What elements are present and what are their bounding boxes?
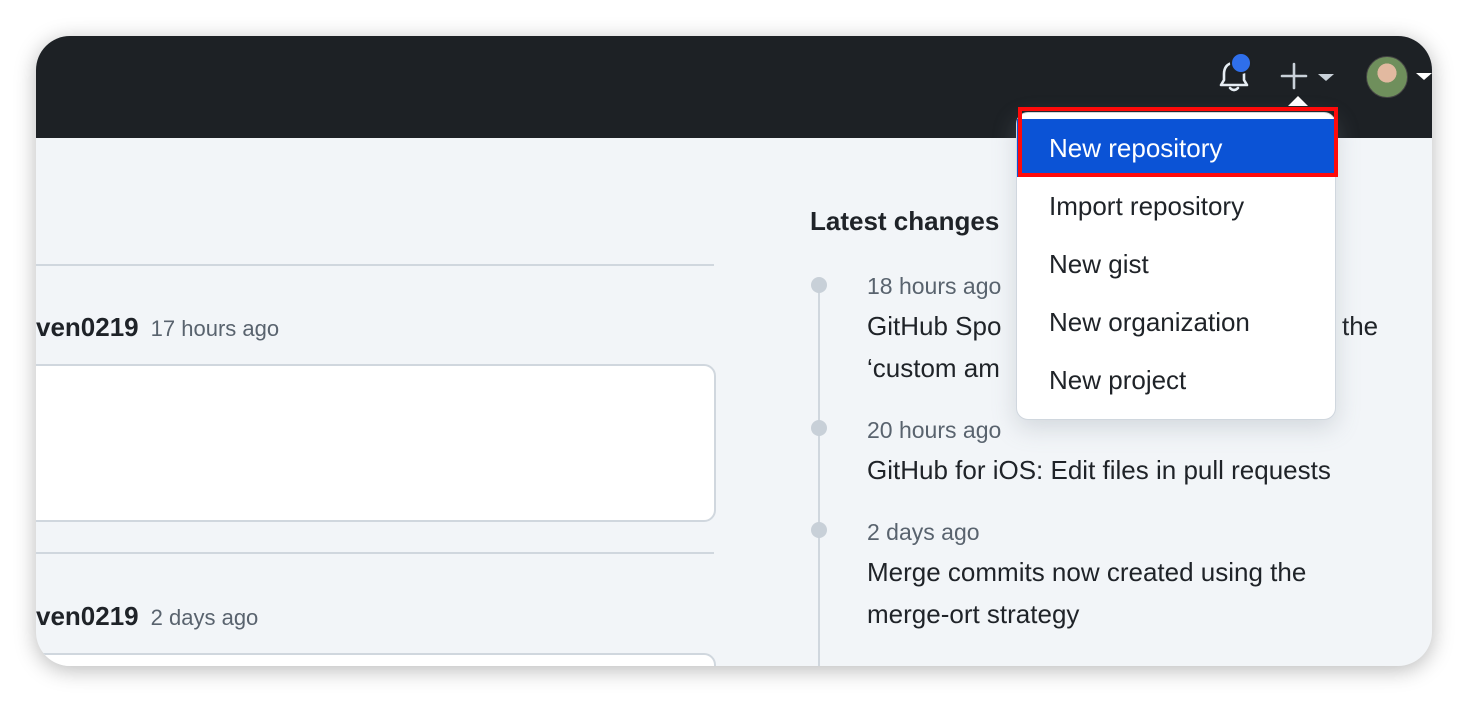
change-time: 20 hours ago — [867, 417, 1002, 443]
feed-user-link[interactable]: ven0219 — [36, 601, 139, 631]
change-title-link[interactable]: Merge commits now created using the — [867, 551, 1306, 593]
feed-user-link[interactable]: ven0219 — [36, 312, 139, 342]
user-menu-button[interactable] — [1366, 56, 1432, 100]
dropdown-caret — [1288, 96, 1308, 106]
caret-down-icon — [1416, 73, 1432, 80]
change-title-part: GitHub Spo — [867, 311, 1002, 341]
feed-card — [36, 364, 716, 522]
feed-card — [36, 653, 716, 666]
change-title-link[interactable]: merge-ort strategy — [867, 593, 1079, 635]
change-title-link[interactable]: the — [1342, 305, 1378, 347]
notification-indicator — [1230, 52, 1252, 74]
highlight-annotation — [1018, 107, 1338, 177]
feed-divider — [36, 264, 714, 266]
menu-item-import-repository[interactable]: Import repository — [1017, 177, 1335, 235]
timeline-dot — [811, 420, 827, 436]
timeline-line — [818, 286, 820, 666]
change-title-part: the — [1342, 311, 1379, 341]
feed-item-header: ven0219 17 hours ago — [36, 312, 279, 343]
change-time: 18 hours ago — [867, 273, 1002, 299]
timeline-dot — [811, 522, 827, 538]
change-title-link[interactable]: GitHub for iOS: Edit files in pull reque… — [867, 449, 1331, 491]
change-time: 2 days ago — [867, 519, 980, 545]
caret-down-icon — [1318, 74, 1334, 81]
browser-window: ven0219 17 hours ago ven0219 2 days ago La… — [36, 36, 1432, 666]
avatar — [1366, 56, 1408, 98]
change-title-link[interactable]: ‘custom am — [867, 347, 1000, 389]
feed-time: 2 days ago — [150, 605, 259, 630]
timeline-dot — [811, 277, 827, 293]
menu-item-new-project[interactable]: New project — [1017, 351, 1335, 409]
menu-item-new-gist[interactable]: New gist — [1017, 235, 1335, 293]
feed-item-header: ven0219 2 days ago — [36, 601, 258, 632]
feed-time: 17 hours ago — [150, 316, 280, 341]
menu-item-new-organization[interactable]: New organization — [1017, 293, 1335, 351]
change-title-part: ‘custom am — [867, 353, 1000, 383]
change-title-link[interactable]: GitHub Spo — [867, 305, 1001, 347]
create-new-button[interactable] — [1280, 60, 1340, 92]
latest-changes-title: Latest changes — [810, 206, 1000, 236]
plus-icon — [1280, 62, 1334, 90]
feed-divider — [36, 552, 714, 554]
